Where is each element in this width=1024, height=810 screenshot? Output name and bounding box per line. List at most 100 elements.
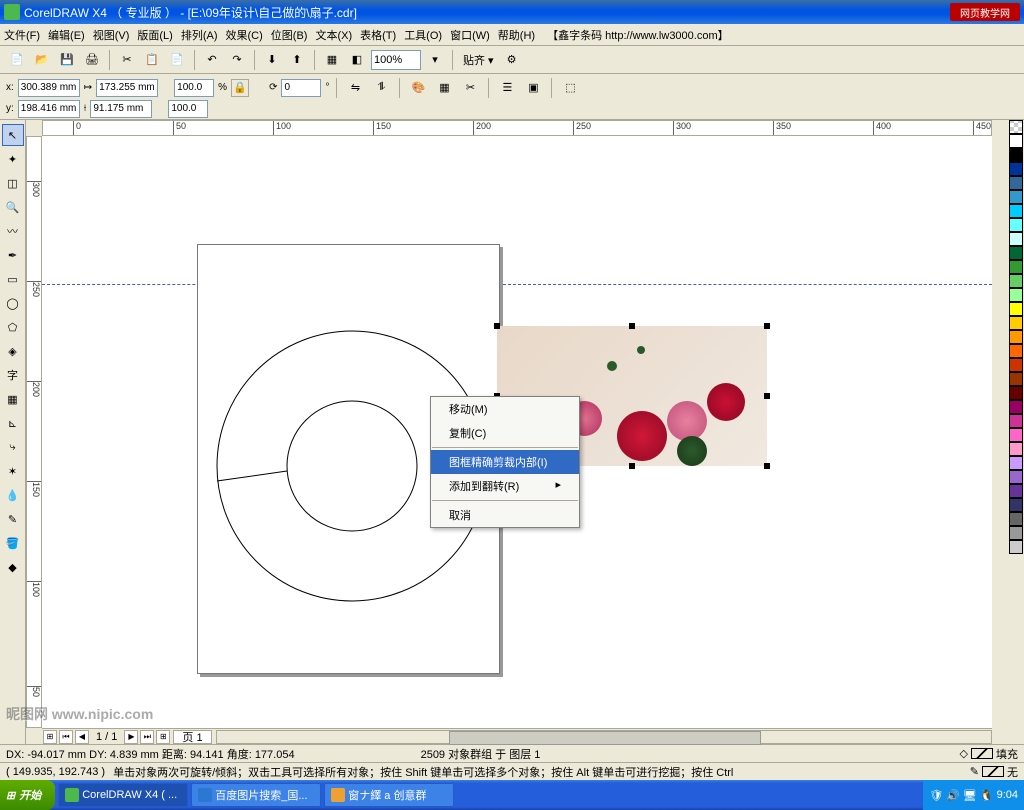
connector-tool[interactable]: ⤷: [2, 436, 24, 458]
trace-bitmap-button[interactable]: ▦: [433, 77, 455, 99]
color-swatch[interactable]: [1009, 288, 1023, 302]
menu-cancel[interactable]: 取消: [431, 503, 579, 527]
shape-tool[interactable]: ✦: [2, 148, 24, 170]
h-input[interactable]: [90, 100, 152, 118]
color-swatch[interactable]: [1009, 456, 1023, 470]
tray-clock[interactable]: 9:04: [997, 789, 1018, 801]
mirror-h-button[interactable]: ⇋: [344, 77, 366, 99]
fill-swatch[interactable]: [971, 748, 993, 759]
color-swatch[interactable]: [1009, 330, 1023, 344]
tray-icon[interactable]: 🖥: [963, 789, 977, 802]
color-swatch[interactable]: [1009, 470, 1023, 484]
selection-handle-ne[interactable]: [764, 323, 770, 329]
rotation-input[interactable]: [281, 79, 321, 97]
color-swatch[interactable]: [1009, 484, 1023, 498]
convert-button[interactable]: ⬚: [559, 77, 581, 99]
tray-icon[interactable]: 🛡: [929, 789, 943, 802]
color-swatch[interactable]: [1009, 512, 1023, 526]
color-swatch[interactable]: [1009, 442, 1023, 456]
color-swatch[interactable]: [1009, 148, 1023, 162]
first-page-button[interactable]: ⏮: [59, 730, 73, 744]
color-swatch[interactable]: [1009, 246, 1023, 260]
align-button[interactable]: ☰: [496, 77, 518, 99]
color-swatch[interactable]: [1009, 316, 1023, 330]
menu-edit[interactable]: 编辑(E): [48, 27, 85, 43]
color-swatch[interactable]: [1009, 302, 1023, 316]
edit-bitmap-button[interactable]: 🎨: [407, 77, 429, 99]
color-swatch[interactable]: [1009, 386, 1023, 400]
menu-move[interactable]: 移动(M): [431, 397, 579, 421]
color-swatch[interactable]: [1009, 274, 1023, 288]
color-swatch[interactable]: [1009, 414, 1023, 428]
interactive-tool[interactable]: ✶: [2, 460, 24, 482]
export-button[interactable]: ⬆: [286, 49, 308, 71]
menu-table[interactable]: 表格(T): [360, 27, 396, 43]
snap-dropdown[interactable]: 贴齐 ▾: [459, 52, 498, 68]
prev-page-button[interactable]: ◀: [75, 730, 89, 744]
menu-arrange[interactable]: 排列(A): [181, 27, 218, 43]
taskbar-item-browser[interactable]: 百度图片搜索_国...: [191, 783, 321, 807]
canvas[interactable]: 移动(M) 复制(C) 图框精确剪裁内部(I) 添加到翻转(R)▸ 取消: [42, 136, 992, 728]
sy-input[interactable]: [168, 100, 208, 118]
menu-layout[interactable]: 版面(L): [137, 27, 172, 43]
taskbar-item-coreldraw[interactable]: CorelDRAW X4 ( ...: [58, 783, 188, 807]
text-tool[interactable]: 字: [2, 364, 24, 386]
menu-effects[interactable]: 效果(C): [226, 27, 263, 43]
sx-input[interactable]: [174, 79, 214, 97]
color-swatch[interactable]: [1009, 134, 1023, 148]
import-button[interactable]: ⬇: [261, 49, 283, 71]
smart-fill-tool[interactable]: ✒: [2, 244, 24, 266]
rectangle-tool[interactable]: ▭: [2, 268, 24, 290]
color-swatch[interactable]: [1009, 190, 1023, 204]
lock-ratio-button[interactable]: 🔒: [231, 79, 249, 97]
menu-window[interactable]: 窗口(W): [450, 27, 490, 43]
new-button[interactable]: 📄: [6, 49, 28, 71]
fill-tool[interactable]: 🪣: [2, 532, 24, 554]
polygon-tool[interactable]: ⬠: [2, 316, 24, 338]
print-button[interactable]: 🖨: [81, 49, 103, 71]
dimension-tool[interactable]: ⊾: [2, 412, 24, 434]
color-swatch[interactable]: [1009, 540, 1023, 554]
page-tab[interactable]: 页 1: [173, 730, 211, 744]
crop-button[interactable]: ✂: [459, 77, 481, 99]
cut-button[interactable]: ✂: [116, 49, 138, 71]
zoom-tool[interactable]: 🔍: [2, 196, 24, 218]
color-swatch[interactable]: [1009, 372, 1023, 386]
color-swatch[interactable]: [1009, 232, 1023, 246]
freehand-tool[interactable]: 〰: [2, 220, 24, 242]
app-launcher-button[interactable]: ▦: [321, 49, 343, 71]
selection-handle-se[interactable]: [764, 463, 770, 469]
add-page-button[interactable]: ⊞: [43, 730, 57, 744]
zoom-input[interactable]: [371, 50, 421, 70]
selection-handle-s[interactable]: [629, 463, 635, 469]
interactive-fill-tool[interactable]: ◆: [2, 556, 24, 578]
color-swatch[interactable]: [1009, 526, 1023, 540]
color-swatch[interactable]: [1009, 400, 1023, 414]
w-input[interactable]: [96, 79, 158, 97]
menu-tools[interactable]: 工具(O): [404, 27, 442, 43]
color-swatch[interactable]: [1009, 344, 1023, 358]
taskbar-item-qq[interactable]: 窗ナ繹 a 创意群: [324, 783, 454, 807]
scrollbar-horizontal[interactable]: [216, 730, 992, 744]
add-page-after-button[interactable]: ⊞: [156, 730, 170, 744]
menu-powerclip[interactable]: 图框精确剪裁内部(I): [431, 450, 579, 474]
menu-help[interactable]: 帮助(H): [498, 27, 535, 43]
color-swatch[interactable]: [1009, 204, 1023, 218]
outline-tool[interactable]: ✎: [2, 508, 24, 530]
paste-button[interactable]: 📄: [166, 49, 188, 71]
redo-button[interactable]: ↷: [226, 49, 248, 71]
y-input[interactable]: [18, 100, 80, 118]
start-button[interactable]: ⊞ 开始: [0, 780, 55, 810]
color-swatch[interactable]: [1009, 218, 1023, 232]
menu-view[interactable]: 视图(V): [93, 27, 130, 43]
ruler-vertical[interactable]: 50 100 150 200 250 300: [26, 136, 42, 728]
undo-button[interactable]: ↶: [201, 49, 223, 71]
color-swatch[interactable]: [1009, 428, 1023, 442]
x-input[interactable]: [18, 79, 80, 97]
wrap-button[interactable]: ▣: [522, 77, 544, 99]
welcome-button[interactable]: ◧: [346, 49, 368, 71]
selection-handle-nw[interactable]: [494, 323, 500, 329]
color-swatch[interactable]: [1009, 176, 1023, 190]
system-tray[interactable]: 🛡 🔊 🖥 🐧 9:04: [923, 780, 1024, 810]
menu-file[interactable]: 文件(F): [4, 27, 40, 43]
